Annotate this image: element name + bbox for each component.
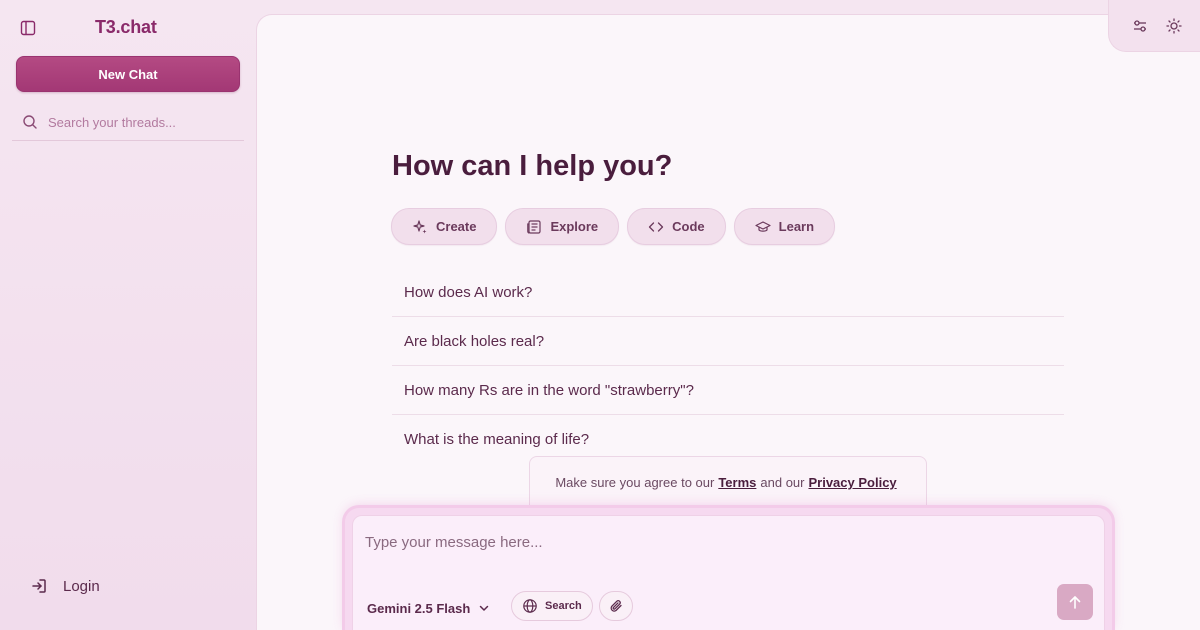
create-chip[interactable]: Create	[391, 208, 498, 245]
login-button[interactable]: Login	[30, 574, 100, 598]
search-icon	[21, 113, 39, 131]
suggestion-list: How does AI work? Are black holes real? …	[392, 268, 1064, 464]
privacy-policy-link[interactable]: Privacy Policy	[808, 475, 896, 490]
arrow-up-icon	[1069, 596, 1081, 609]
terms-notice: Make sure you agree to our Terms and our…	[529, 456, 927, 508]
composer: Gemini 2.5 Flash Search	[352, 515, 1105, 630]
login-icon	[32, 579, 46, 593]
suggestion-item[interactable]: Are black holes real?	[392, 317, 1064, 366]
message-input[interactable]	[365, 530, 1065, 554]
learn-chip-label: Learn	[778, 219, 815, 234]
web-search-toggle[interactable]: Search	[511, 591, 593, 621]
globe-icon	[522, 598, 538, 614]
sparkles-icon	[412, 219, 428, 235]
newspaper-icon	[526, 219, 542, 235]
sliders-icon	[1134, 19, 1146, 32]
settings-button[interactable]	[1131, 17, 1149, 35]
model-selector[interactable]: Gemini 2.5 Flash	[367, 598, 490, 618]
code-icon	[648, 219, 664, 235]
model-name: Gemini 2.5 Flash	[367, 600, 471, 616]
brand-logo[interactable]: T3.chat	[95, 17, 157, 38]
terms-link[interactable]: Terms	[718, 475, 756, 490]
page-title: How can I help you?	[392, 150, 673, 182]
suggestion-item[interactable]: How does AI work?	[392, 268, 1064, 317]
login-label: Login	[63, 577, 100, 595]
attach-file-button[interactable]	[599, 591, 633, 621]
category-chips: Create Explore Code Learn	[391, 208, 836, 245]
explore-chip-label: Explore	[550, 219, 599, 234]
create-chip-label: Create	[436, 219, 477, 234]
search-toggle-label: Search	[545, 600, 582, 612]
send-button[interactable]	[1057, 584, 1093, 620]
sidebar-panel-icon	[20, 20, 36, 36]
new-chat-button[interactable]: New Chat	[16, 56, 240, 92]
code-chip-label: Code	[672, 219, 705, 234]
suggestion-item[interactable]: How many Rs are in the word "strawberry"…	[392, 366, 1064, 415]
sidebar-toggle-button[interactable]	[16, 16, 40, 40]
learn-chip[interactable]: Learn	[733, 208, 836, 245]
theme-toggle-button[interactable]	[1165, 17, 1183, 35]
terms-middle: and our	[760, 475, 805, 490]
thread-search-input[interactable]	[48, 114, 238, 130]
terms-prefix: Make sure you agree to our	[555, 475, 715, 490]
explore-chip[interactable]: Explore	[505, 208, 620, 245]
sidebar: T3.chat New Chat Login	[0, 0, 256, 630]
code-chip[interactable]: Code	[627, 208, 726, 245]
sun-icon	[1166, 17, 1182, 34]
paperclip-icon	[610, 600, 622, 612]
top-right-toolbar	[1108, 0, 1200, 52]
chevron-down-icon	[478, 602, 490, 614]
thread-search	[12, 104, 244, 141]
graduation-cap-icon	[755, 219, 771, 235]
